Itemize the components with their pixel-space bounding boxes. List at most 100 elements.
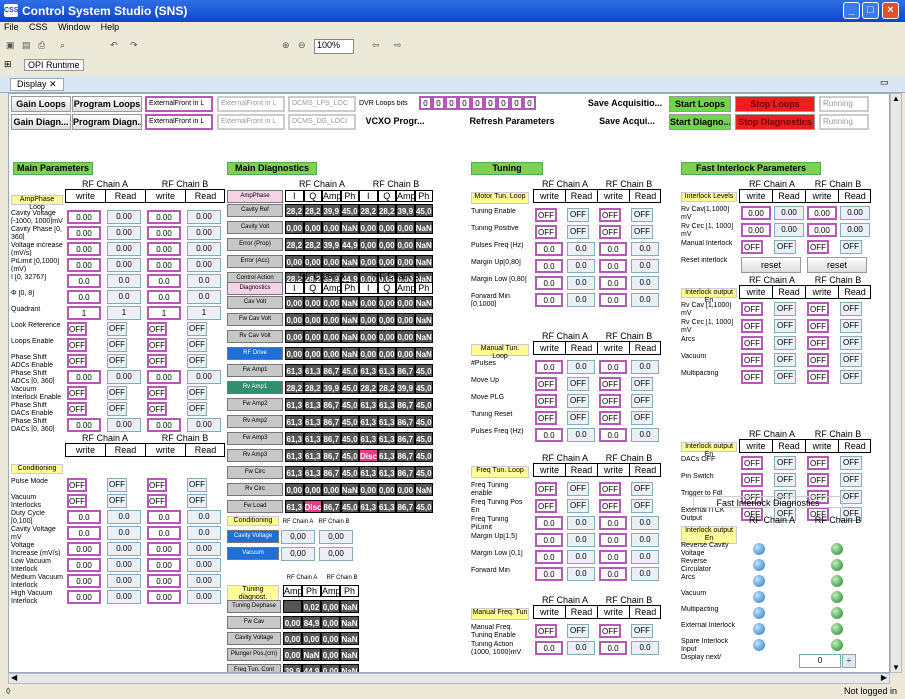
- write-cell[interactable]: 0.00: [147, 574, 181, 588]
- write-cell[interactable]: 0.00: [67, 370, 101, 384]
- write-cell[interactable]: 0.00: [147, 226, 181, 240]
- write-cell[interactable]: OFF: [67, 354, 87, 368]
- write-cell[interactable]: 0.0: [535, 516, 563, 530]
- write-cell[interactable]: OFF: [147, 494, 167, 508]
- save-icon[interactable]: ▤: [22, 40, 31, 51]
- write-cell[interactable]: OFF: [807, 456, 829, 470]
- write-cell[interactable]: 0.0: [535, 550, 563, 564]
- write-cell[interactable]: OFF: [741, 353, 763, 367]
- write-cell[interactable]: 0.0: [535, 242, 563, 256]
- external-front-combo-4[interactable]: ExternalFront in L: [217, 114, 285, 130]
- gain-diagnostics-button[interactable]: Gain Diagn...: [11, 114, 71, 130]
- scroll-right-icon[interactable]: ▶: [881, 673, 887, 682]
- write-cell[interactable]: OFF: [741, 336, 763, 350]
- write-cell[interactable]: 1: [147, 306, 181, 320]
- forward-icon[interactable]: ⇨: [394, 40, 402, 51]
- write-cell[interactable]: OFF: [807, 240, 829, 254]
- save-acquisition-button-2[interactable]: Save Acqui...: [597, 114, 657, 130]
- scroll-left-icon[interactable]: ◀: [11, 673, 17, 682]
- write-cell[interactable]: OFF: [807, 336, 829, 350]
- write-cell[interactable]: 0.0: [535, 293, 563, 307]
- write-cell[interactable]: OFF: [535, 482, 557, 496]
- running-combo-2[interactable]: Running: [819, 114, 869, 130]
- write-cell[interactable]: OFF: [535, 208, 557, 222]
- zoom-combo[interactable]: 100%: [314, 39, 354, 54]
- menu-help[interactable]: Help: [101, 22, 120, 32]
- write-cell[interactable]: OFF: [599, 377, 621, 391]
- write-cell[interactable]: OFF: [807, 473, 829, 487]
- program-diagnostics-button[interactable]: Program Diagn...: [72, 114, 142, 130]
- menu-css[interactable]: CSS: [29, 22, 48, 32]
- write-cell[interactable]: OFF: [599, 482, 621, 496]
- write-cell[interactable]: 0.00: [67, 558, 101, 572]
- write-cell[interactable]: 0.0: [535, 428, 563, 442]
- write-cell[interactable]: 0.0: [599, 259, 627, 273]
- write-cell[interactable]: 0.0: [599, 533, 627, 547]
- maximize-button[interactable]: □: [862, 2, 879, 19]
- write-cell[interactable]: OFF: [741, 473, 763, 487]
- perspective-opi-runtime[interactable]: OPI Runtime: [24, 59, 84, 71]
- write-cell[interactable]: OFF: [147, 478, 167, 492]
- back-icon[interactable]: ⇦: [372, 40, 380, 51]
- stop-diagnostics-button[interactable]: Stop Diagnostics: [735, 114, 815, 130]
- external-front-combo-1[interactable]: ExternalFront in L: [145, 96, 213, 112]
- vcxo-program-button[interactable]: VCXO Progr...: [361, 114, 429, 130]
- write-cell[interactable]: 0.00: [67, 542, 101, 556]
- write-cell[interactable]: 1: [67, 306, 101, 320]
- write-cell[interactable]: 0.0: [535, 567, 563, 581]
- write-cell[interactable]: 0.0: [67, 526, 101, 540]
- program-loops-button[interactable]: Program Loops: [72, 96, 142, 112]
- write-cell[interactable]: OFF: [599, 225, 621, 239]
- tab-display[interactable]: Display ✕: [10, 78, 64, 91]
- write-cell[interactable]: 0.0: [535, 259, 563, 273]
- write-cell[interactable]: OFF: [741, 302, 763, 316]
- refresh-parameters-button[interactable]: Refresh Parameters: [467, 114, 557, 130]
- write-cell[interactable]: OFF: [741, 456, 763, 470]
- start-diagnostics-button[interactable]: Start Diagno...: [669, 114, 731, 130]
- write-cell[interactable]: 0.00: [67, 574, 101, 588]
- write-cell[interactable]: OFF: [807, 319, 829, 333]
- write-cell[interactable]: OFF: [535, 394, 557, 408]
- write-cell[interactable]: OFF: [599, 208, 621, 222]
- minimize-view-icon[interactable]: ▭: [880, 77, 889, 88]
- write-cell[interactable]: 0.00: [741, 206, 771, 220]
- write-cell[interactable]: 0.0: [535, 276, 563, 290]
- write-cell[interactable]: 0.0: [147, 526, 181, 540]
- write-cell[interactable]: 0.0: [147, 274, 181, 288]
- write-cell[interactable]: OFF: [67, 386, 87, 400]
- write-cell[interactable]: 0.00: [67, 242, 101, 256]
- write-cell[interactable]: 0.00: [147, 370, 181, 384]
- write-cell[interactable]: 0.00: [807, 223, 837, 237]
- write-cell[interactable]: OFF: [67, 402, 87, 416]
- write-cell[interactable]: OFF: [147, 354, 167, 368]
- write-cell[interactable]: 0.0: [599, 276, 627, 290]
- write-cell[interactable]: 0.00: [147, 558, 181, 572]
- write-cell[interactable]: 0.00: [67, 258, 101, 272]
- write-cell[interactable]: 0.0: [67, 510, 101, 524]
- write-cell[interactable]: 0.00: [741, 223, 771, 237]
- write-cell[interactable]: OFF: [535, 624, 557, 638]
- write-cell[interactable]: OFF: [741, 370, 763, 384]
- write-cell[interactable]: 0.00: [67, 226, 101, 240]
- write-cell[interactable]: OFF: [147, 386, 167, 400]
- write-cell[interactable]: 0.0: [599, 567, 627, 581]
- new-icon[interactable]: ▣: [6, 40, 15, 51]
- open-perspective-icon[interactable]: ⊞: [4, 59, 12, 70]
- write-cell[interactable]: OFF: [147, 322, 167, 336]
- save-acquisition-button[interactable]: Save Acquisitio...: [585, 96, 665, 112]
- write-cell[interactable]: 0.00: [67, 210, 101, 224]
- zoom-in-icon[interactable]: ⊕: [282, 40, 290, 51]
- write-cell[interactable]: 0.0: [67, 274, 101, 288]
- write-cell[interactable]: 0.0: [599, 428, 627, 442]
- write-cell[interactable]: 0.0: [535, 533, 563, 547]
- write-cell[interactable]: 0.0: [599, 293, 627, 307]
- gain-loops-button[interactable]: Gain Loops: [11, 96, 71, 112]
- write-cell[interactable]: OFF: [67, 338, 87, 352]
- scroll-up-icon[interactable]: ▲: [892, 94, 900, 103]
- write-cell[interactable]: 0.00: [147, 210, 181, 224]
- start-loops-button[interactable]: Start Loops: [669, 96, 731, 112]
- scroll-down-icon[interactable]: ▼: [892, 663, 900, 672]
- external-front-combo-3[interactable]: ExternalFront in L: [145, 114, 213, 130]
- write-cell[interactable]: OFF: [807, 370, 829, 384]
- write-cell[interactable]: OFF: [535, 499, 557, 513]
